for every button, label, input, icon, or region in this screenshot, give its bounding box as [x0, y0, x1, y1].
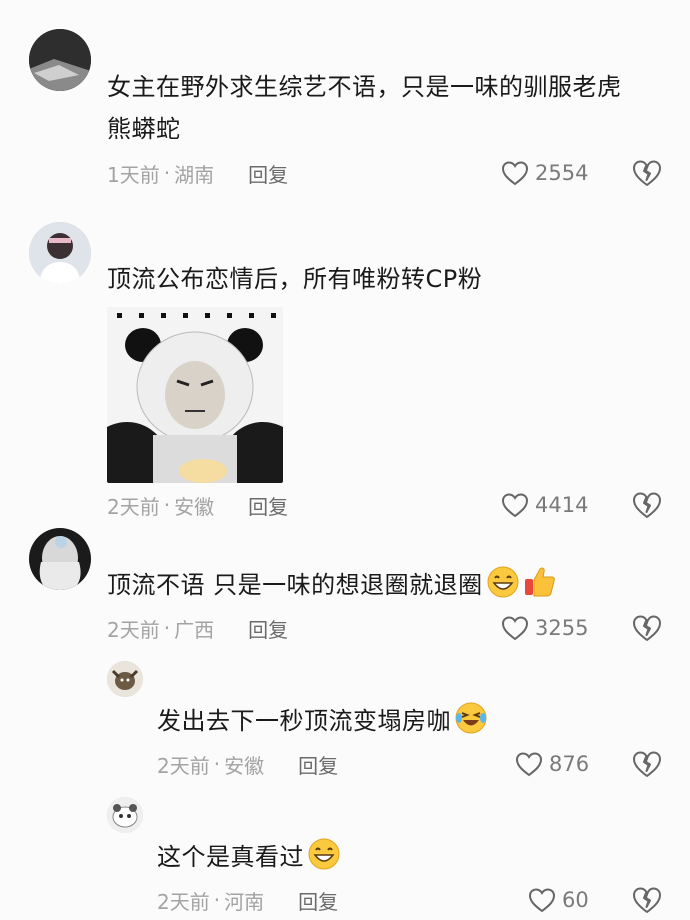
reply-button[interactable]: 回复 — [248, 491, 288, 520]
thumbs-up-emoji — [524, 567, 555, 597]
location: 安徽 — [174, 494, 215, 519]
avatar[interactable] — [29, 29, 91, 91]
timestamp: 2天前 — [157, 889, 210, 914]
timestamp: 2天前 — [107, 617, 160, 642]
like-button[interactable]: 876 — [515, 749, 589, 779]
meta-separator: · — [163, 161, 171, 185]
like-count: 876 — [549, 752, 590, 776]
avatar-image — [107, 797, 143, 833]
meta-separator: · — [163, 493, 171, 517]
heart-icon — [501, 616, 529, 641]
location: 湖南 — [174, 162, 215, 187]
avatar[interactable] — [29, 528, 91, 590]
location: 广西 — [174, 617, 215, 642]
laughing-tears-emoji — [455, 702, 487, 734]
timestamp: 2天前 — [157, 753, 210, 778]
avatar-image — [29, 528, 91, 590]
comment-text-content: 发出去下一秒顶流变塌房咖 — [157, 707, 451, 735]
broken-heart-icon[interactable] — [632, 158, 662, 188]
like-count: 2554 — [535, 161, 589, 185]
meta-separator: · — [213, 888, 221, 912]
comment-meta: 2天前 · 广西 回复 — [107, 613, 288, 643]
heart-icon — [528, 888, 556, 913]
avatar[interactable] — [107, 661, 143, 697]
avatar[interactable] — [29, 222, 91, 284]
comment-text: 顶流公布恋情后，所有唯粉转CP粉 — [107, 265, 483, 293]
reply-button[interactable]: 回复 — [298, 750, 338, 779]
comment-text: 顶流不语 只是一味的想退圈就退圈 — [107, 564, 557, 606]
timestamp: 1天前 — [107, 162, 160, 187]
panda-meme-sticker[interactable] — [107, 307, 283, 483]
comment-text-line1: 女主在野外求生综艺不语，只是一味的驯服老虎 — [107, 73, 622, 101]
comment-text-content: 这个是真看过 — [157, 843, 304, 871]
reply-button[interactable]: 回复 — [298, 886, 338, 915]
comment-meta: 2天前 · 安徽 回复 — [107, 490, 288, 520]
avatar-image — [107, 661, 143, 697]
like-button[interactable]: 4414 — [501, 490, 588, 520]
location: 安徽 — [224, 753, 265, 778]
comment-meta: 2天前 · 安徽 回复 — [157, 749, 338, 779]
avatar-image — [29, 29, 91, 91]
comment-text-content: 顶流不语 只是一味的想退圈就退圈 — [107, 571, 483, 599]
grin-emoji — [487, 566, 519, 598]
like-button[interactable]: 3255 — [501, 613, 588, 643]
broken-heart-icon[interactable] — [632, 613, 662, 643]
comment-meta: 1天前 · 湖南 回复 — [107, 158, 288, 188]
broken-heart-icon[interactable] — [632, 490, 662, 520]
heart-icon — [501, 161, 529, 186]
like-count: 60 — [562, 888, 589, 912]
comment-text: 这个是真看过 — [157, 836, 341, 878]
like-button[interactable]: 60 — [528, 885, 589, 915]
comment-text-line2: 熊蟒蛇 — [107, 115, 181, 143]
avatar-image — [29, 222, 91, 284]
comment-meta: 2天前 · 河南 回复 — [157, 885, 338, 915]
comment-text: 发出去下一秒顶流变塌房咖 — [157, 700, 488, 742]
like-count: 3255 — [535, 616, 589, 640]
reply-button[interactable]: 回复 — [248, 614, 288, 643]
timestamp: 2天前 — [107, 494, 160, 519]
avatar[interactable] — [107, 797, 143, 833]
location: 河南 — [224, 889, 265, 914]
broken-heart-icon[interactable] — [632, 749, 662, 779]
heart-icon — [501, 493, 529, 518]
reply-button[interactable]: 回复 — [248, 159, 288, 188]
comment-text: 女主在野外求生综艺不语，只是一味的驯服老虎 熊蟒蛇 — [107, 66, 622, 150]
broken-heart-icon[interactable] — [632, 885, 662, 915]
like-count: 4414 — [535, 493, 589, 517]
heart-icon — [515, 752, 543, 777]
panda-meme-image — [107, 307, 283, 483]
like-button[interactable]: 2554 — [501, 158, 588, 188]
meta-separator: · — [213, 752, 221, 776]
meta-separator: · — [163, 616, 171, 640]
grin-emoji — [308, 838, 340, 870]
